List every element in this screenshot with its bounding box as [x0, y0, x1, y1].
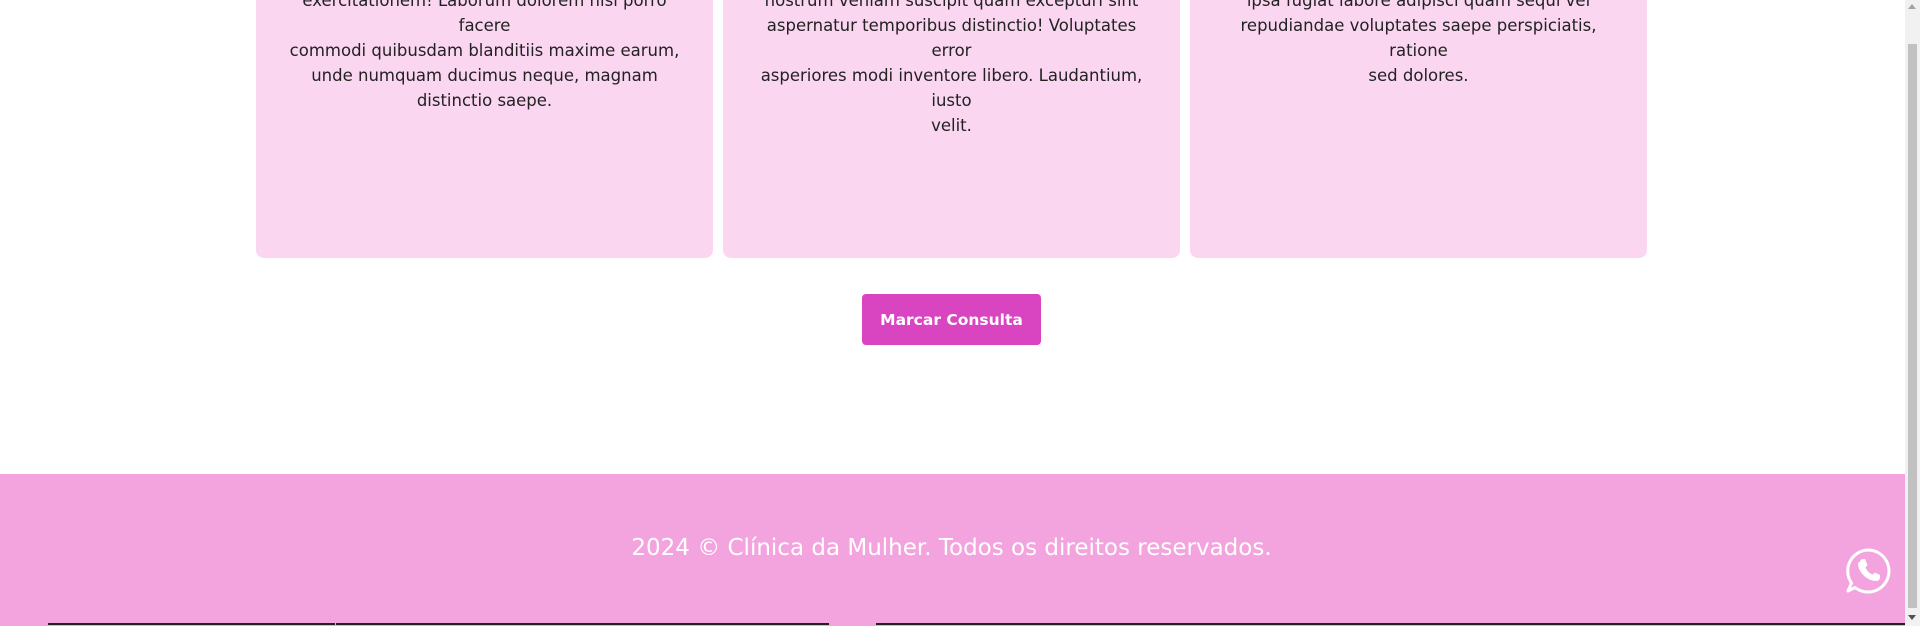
vertical-scrollbar[interactable]: [1905, 0, 1920, 626]
card-line: commodi quibusdam blanditiis maxime earu…: [289, 41, 680, 60]
card-text: ipsa fugiat labore adipisci quam sequi v…: [1212, 0, 1625, 88]
copyright-text: 2024 © Clínica da Mulher. Todos os direi…: [631, 535, 1272, 561]
card-text: nostrum veniam suscipit quam excepturi s…: [745, 0, 1158, 138]
book-appointment-button[interactable]: Marcar Consulta: [862, 294, 1041, 345]
card-line: nostrum veniam suscipit quam excepturi s…: [764, 0, 1139, 10]
card-line: sed dolores.: [1368, 66, 1469, 85]
card-line: ipsa fugiat labore adipisci quam sequi v…: [1246, 0, 1591, 10]
whatsapp-icon[interactable]: [1843, 546, 1893, 596]
card-line: unde numquam ducimus neque, magnam: [311, 66, 658, 85]
scroll-up-icon[interactable]: [1908, 4, 1916, 9]
card-line: aspernatur temporibus distinctio! Volupt…: [766, 16, 1137, 60]
card-line: asperiores modi inventore libero. Laudan…: [760, 66, 1143, 110]
info-card-2: nostrum veniam suscipit quam excepturi s…: [723, 0, 1180, 258]
card-line: exercitationem! Laborum dolorem nisi por…: [302, 0, 667, 35]
footer: 2024 © Clínica da Mulher. Todos os direi…: [0, 474, 1905, 626]
cards-section: exercitationem! Laborum dolorem nisi por…: [256, 0, 1647, 258]
card-line: repudiandae voluptates saepe perspiciati…: [1240, 16, 1597, 60]
page: exercitationem! Laborum dolorem nisi por…: [0, 0, 1905, 626]
card-text: exercitationem! Laborum dolorem nisi por…: [278, 0, 691, 113]
scroll-down-icon[interactable]: [1908, 615, 1916, 620]
info-card-3: ipsa fugiat labore adipisci quam sequi v…: [1190, 0, 1647, 258]
card-line: distinctio saepe.: [416, 91, 553, 110]
whatsapp-icon-graphic: [1846, 548, 1891, 594]
card-line: velit.: [931, 116, 972, 135]
scrollbar-thumb[interactable]: [1908, 44, 1917, 608]
info-card-1: exercitationem! Laborum dolorem nisi por…: [256, 0, 713, 258]
